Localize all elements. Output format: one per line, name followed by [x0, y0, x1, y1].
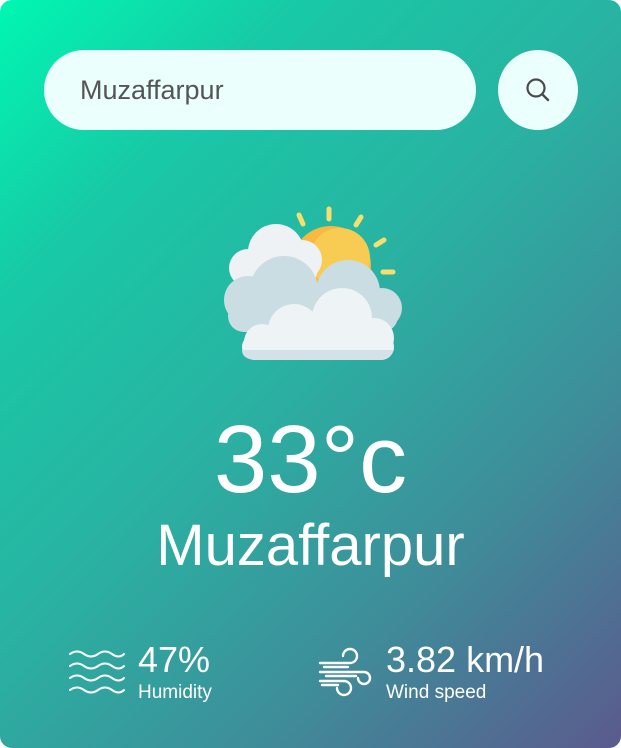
search-icon — [526, 78, 550, 102]
humidity-value: 47% — [138, 639, 211, 680]
city-name: Muzaffarpur — [156, 513, 465, 578]
search-button[interactable] — [498, 50, 578, 130]
temperature-value: 33°c — [213, 406, 408, 513]
weather-card: 33°c Muzaffarpur 47% Humidity — [0, 0, 621, 748]
humidity-stat: 47% Humidity — [68, 640, 212, 704]
partly-cloudy-icon — [224, 206, 402, 360]
humidity-waves-icon — [69, 650, 125, 694]
wind-speed-label: Wind speed — [386, 682, 487, 703]
search-input[interactable] — [78, 73, 462, 107]
wind-stat: 3.82 km/h Wind speed — [318, 640, 544, 704]
humidity-label: Humidity — [138, 682, 212, 703]
wind-icon — [318, 647, 372, 697]
search-field[interactable] — [44, 50, 476, 130]
wind-speed-value: 3.82 km/h — [386, 639, 545, 680]
